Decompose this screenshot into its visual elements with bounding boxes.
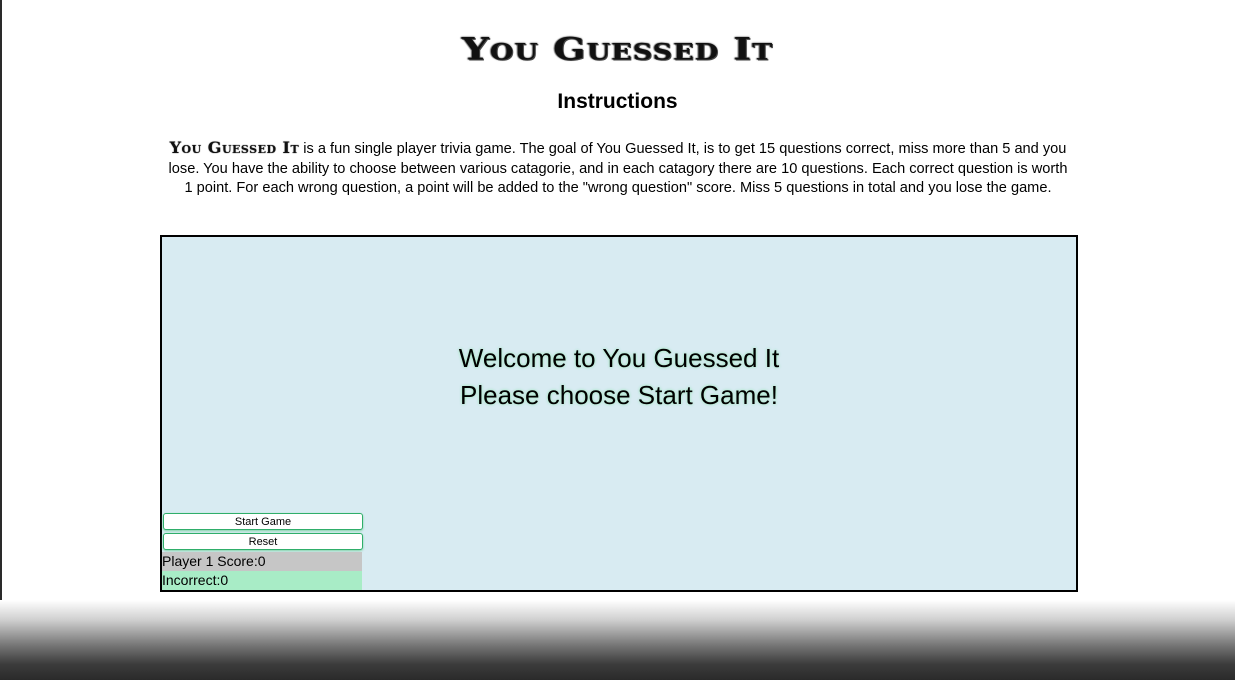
player-score: Player 1 Score:0 <box>162 552 362 571</box>
incorrect-label: Incorrect: <box>162 572 221 588</box>
reset-button[interactable]: Reset <box>163 533 363 550</box>
incorrect-count: Incorrect:0 <box>162 571 362 590</box>
instructions-paragraph: You Guessed It is a fun single player tr… <box>168 138 1068 199</box>
player-score-label: Player 1 Score: <box>162 553 258 569</box>
welcome-line-2: Please choose Start Game! <box>460 380 778 410</box>
game-area: Welcome to You Guessed It Please choose … <box>160 235 1078 592</box>
welcome-line-1: Welcome to You Guessed It <box>458 343 780 373</box>
instructions-heading: Instructions <box>557 90 678 113</box>
player-score-value: 0 <box>257 553 266 569</box>
inline-logo: You Guessed It <box>169 138 300 157</box>
welcome-message: Welcome to You Guessed It Please choose … <box>162 340 1076 414</box>
incorrect-value: 0 <box>220 572 229 588</box>
site-logo: You Guessed It <box>461 30 774 67</box>
bottom-shadow <box>0 600 1235 680</box>
start-game-button[interactable]: Start Game <box>163 513 363 530</box>
instructions-body: is a fun single player trivia game. The … <box>168 141 1068 196</box>
